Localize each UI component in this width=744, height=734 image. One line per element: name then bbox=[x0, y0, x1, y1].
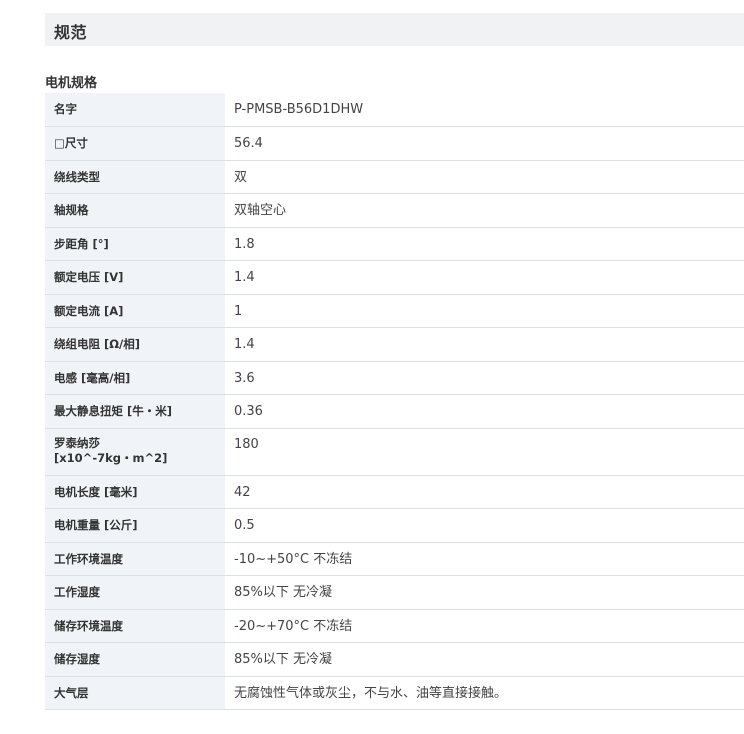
spec-row-storage-humidity: 储存湿度 85%以下 无冷凝 bbox=[45, 642, 744, 677]
spec-row-inductance: 电感 [毫高/相] 3.6 bbox=[45, 361, 744, 395]
spec-row-shaft: 轴规格 双轴空心 bbox=[45, 193, 744, 228]
spec-row-storage-temp: 储存环境温度 -20~+70°C 不冻结 bbox=[45, 609, 744, 643]
spec-row-winding-resistance: 绕组电阻 [Ω/相] 1.4 bbox=[45, 327, 744, 362]
spec-value: 85%以下 无冷凝 bbox=[225, 642, 744, 677]
spec-row-name: 名字 P-PMSB-B56D1DHW bbox=[45, 93, 744, 127]
spec-row-holding-torque: 最大静息扭矩 [牛・米] 0.36 bbox=[45, 394, 744, 429]
spec-label: 步距角 [°] bbox=[45, 227, 225, 261]
spec-label: 电机重量 [公斤] bbox=[45, 508, 225, 543]
spec-row-motor-weight: 电机重量 [公斤] 0.5 bbox=[45, 508, 744, 543]
spec-row-size: □尺寸 56.4 bbox=[45, 126, 744, 161]
section-title: 规范 bbox=[54, 23, 88, 42]
spec-label: 名字 bbox=[45, 93, 225, 127]
spec-label: 电机长度 [毫米] bbox=[45, 475, 225, 509]
spec-value: 56.4 bbox=[225, 126, 744, 161]
spec-label: 工作湿度 bbox=[45, 575, 225, 610]
spec-value: -10~+50°C 不冻结 bbox=[225, 542, 744, 576]
spec-value: 1.4 bbox=[225, 260, 744, 295]
section-header: 规范 bbox=[45, 13, 744, 46]
spec-label: 额定电流 [A] bbox=[45, 294, 225, 328]
spec-row-rated-current: 额定电流 [A] 1 bbox=[45, 294, 744, 328]
spec-value: 1 bbox=[225, 294, 744, 328]
spec-value: 0.36 bbox=[225, 394, 744, 429]
spec-label: □尺寸 bbox=[45, 126, 225, 161]
spec-value: 1.4 bbox=[225, 327, 744, 362]
spec-value: P-PMSB-B56D1DHW bbox=[225, 93, 744, 127]
spec-row-rotor-inertia: 罗泰纳莎 [x10^-7kg・m^2] 180 bbox=[45, 428, 744, 476]
spec-row-rated-voltage: 额定电压 [V] 1.4 bbox=[45, 260, 744, 295]
spec-label: 大气层 bbox=[45, 676, 225, 710]
spec-value: 1.8 bbox=[225, 227, 744, 261]
spec-row-step-angle: 步距角 [°] 1.8 bbox=[45, 227, 744, 261]
spec-label: 储存环境温度 bbox=[45, 609, 225, 643]
spec-value: 3.6 bbox=[225, 361, 744, 395]
spec-value: 180 bbox=[225, 428, 744, 476]
spec-label: 绕线类型 bbox=[45, 160, 225, 194]
spec-label: 绕组电阻 [Ω/相] bbox=[45, 327, 225, 362]
spec-row-motor-length: 电机长度 [毫米] 42 bbox=[45, 475, 744, 509]
spec-row-atmosphere: 大气层 无腐蚀性气体或灰尘，不与水、油等直接接触。 bbox=[45, 676, 744, 710]
spec-row-winding-type: 绕线类型 双 bbox=[45, 160, 744, 194]
spec-label: 最大静息扭矩 [牛・米] bbox=[45, 394, 225, 429]
spec-label: 电感 [毫高/相] bbox=[45, 361, 225, 395]
spec-value: 双轴空心 bbox=[225, 193, 744, 228]
spec-value: 42 bbox=[225, 475, 744, 509]
spec-value: -20~+70°C 不冻结 bbox=[225, 609, 744, 643]
spec-table: 名字 P-PMSB-B56D1DHW □尺寸 56.4 绕线类型 双 轴规格 双… bbox=[45, 93, 744, 710]
spec-label: 轴规格 bbox=[45, 193, 225, 228]
spec-value: 85%以下 无冷凝 bbox=[225, 575, 744, 610]
spec-label: 工作环境温度 bbox=[45, 542, 225, 576]
subsection-title: 电机规格 bbox=[45, 76, 98, 91]
spec-row-operating-temp: 工作环境温度 -10~+50°C 不冻结 bbox=[45, 542, 744, 576]
spec-label: 额定电压 [V] bbox=[45, 260, 225, 295]
spec-label: 储存湿度 bbox=[45, 642, 225, 677]
spec-value: 双 bbox=[225, 160, 744, 194]
spec-row-operating-humidity: 工作湿度 85%以下 无冷凝 bbox=[45, 575, 744, 610]
spec-label: 罗泰纳莎 [x10^-7kg・m^2] bbox=[45, 428, 225, 476]
spec-value: 无腐蚀性气体或灰尘，不与水、油等直接接触。 bbox=[225, 676, 744, 710]
spec-value: 0.5 bbox=[225, 508, 744, 543]
